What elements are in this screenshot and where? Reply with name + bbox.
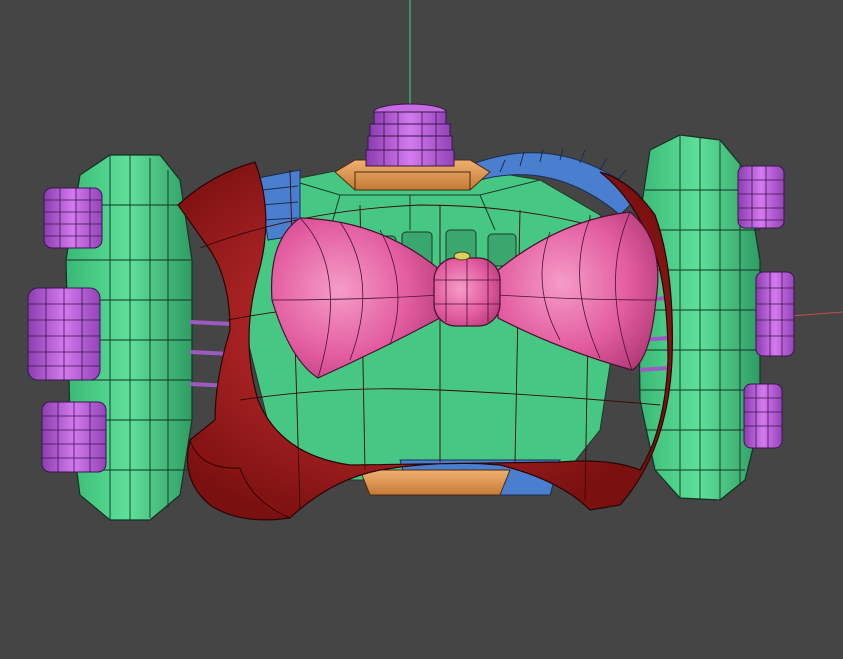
- top-bolt-stack: [365, 103, 455, 167]
- 3d-viewport[interactable]: [0, 0, 843, 659]
- left-bolt-bottom: [41, 401, 107, 473]
- 3d-model-render[interactable]: [0, 0, 843, 659]
- bottom-plate: [359, 469, 511, 496]
- x-axis-line: [789, 311, 843, 317]
- left-bolt-middle: [27, 287, 101, 381]
- right-bolt-middle: [755, 271, 795, 357]
- right-bolt-bottom: [743, 383, 783, 449]
- left-bolt-top: [43, 187, 103, 249]
- right-bolt-top: [737, 165, 785, 229]
